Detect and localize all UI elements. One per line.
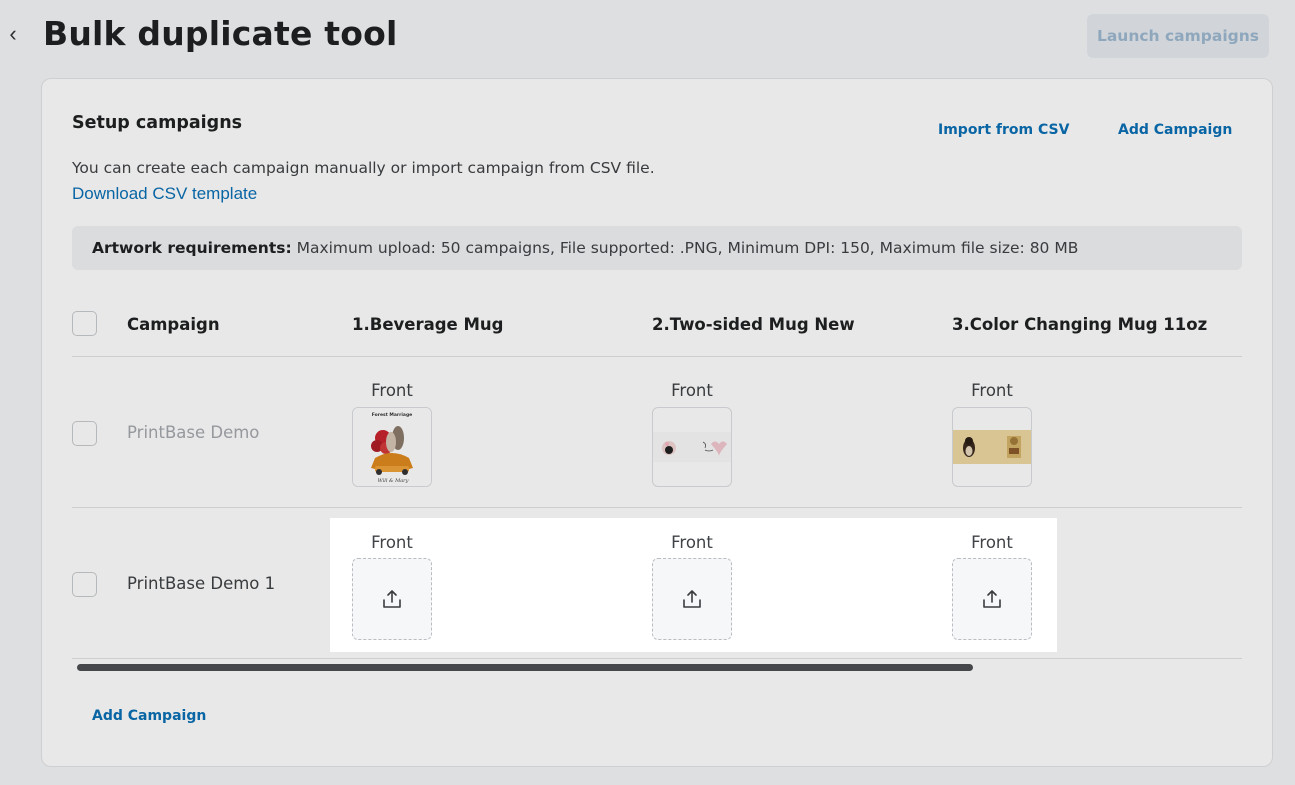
column-header-campaign: Campaign — [127, 315, 220, 334]
launch-campaigns-button[interactable]: Launch campaigns — [1087, 14, 1269, 58]
upload-artwork-two-sided-mug[interactable] — [652, 558, 732, 640]
divider — [72, 658, 1242, 659]
campaign-name: PrintBase Demo 1 — [127, 574, 276, 593]
artwork-requirements: Artwork requirements: Maximum upload: 50… — [72, 226, 1242, 270]
side-label: Front — [371, 533, 413, 552]
setup-description: You can create each campaign manually or… — [72, 159, 655, 177]
add-campaign-bottom-button[interactable]: Add Campaign — [92, 708, 206, 724]
upload-icon — [383, 590, 401, 608]
requirements-label: Artwork requirements: — [92, 239, 292, 257]
divider — [72, 356, 1242, 357]
upload-icon — [683, 590, 701, 608]
side-label: Front — [971, 533, 1013, 552]
column-header-beverage-mug: 1.Beverage Mug — [352, 315, 504, 334]
artwork-image — [953, 430, 1031, 464]
import-from-csv-button[interactable]: Import from CSV — [938, 122, 1069, 138]
horizontal-scrollbar[interactable] — [77, 663, 1241, 671]
side-label: Front — [671, 381, 713, 400]
divider — [72, 507, 1242, 508]
highlighted-upload-area: Front Front Front — [330, 518, 1057, 652]
artwork-thumbnail-color-changing-mug[interactable] — [952, 407, 1032, 487]
scrollbar-thumb[interactable] — [77, 664, 973, 671]
select-all-checkbox[interactable] — [72, 311, 97, 336]
row-checkbox[interactable] — [72, 421, 97, 446]
back-button[interactable]: ‹ — [4, 22, 22, 46]
artwork-signature: Will & Mary — [378, 478, 409, 484]
column-header-two-sided-mug: 2.Two-sided Mug New — [652, 315, 855, 334]
upload-artwork-color-changing-mug[interactable] — [952, 558, 1032, 640]
row-checkbox[interactable] — [72, 572, 97, 597]
artwork-image — [653, 432, 731, 462]
side-label: Front — [971, 381, 1013, 400]
artwork-caption: Forest Marriage — [372, 412, 412, 418]
side-label: Front — [671, 533, 713, 552]
artwork-thumbnail-beverage-mug[interactable]: Forest Marriage Will & Mary — [352, 407, 432, 487]
artwork-image: Forest Marriage Will & Mary — [353, 408, 431, 486]
add-campaign-top-button[interactable]: Add Campaign — [1118, 122, 1232, 138]
column-header-color-changing-mug: 3.Color Changing Mug 11oz — [952, 315, 1208, 334]
campaign-name: PrintBase Demo — [127, 423, 260, 442]
upload-icon — [983, 590, 1001, 608]
card-title: Setup campaigns — [72, 113, 243, 133]
artwork-thumbnail-two-sided-mug[interactable] — [652, 407, 732, 487]
download-csv-template-link[interactable]: Download CSV template — [72, 184, 257, 204]
chevron-left-icon: ‹ — [9, 21, 17, 46]
page-title: Bulk duplicate tool — [43, 14, 398, 53]
requirements-text: Maximum upload: 50 campaigns, File suppo… — [291, 239, 1079, 257]
upload-artwork-beverage-mug[interactable] — [352, 558, 432, 640]
side-label: Front — [371, 381, 413, 400]
setup-campaigns-card: Setup campaigns Import from CSV Add Camp… — [41, 78, 1273, 767]
